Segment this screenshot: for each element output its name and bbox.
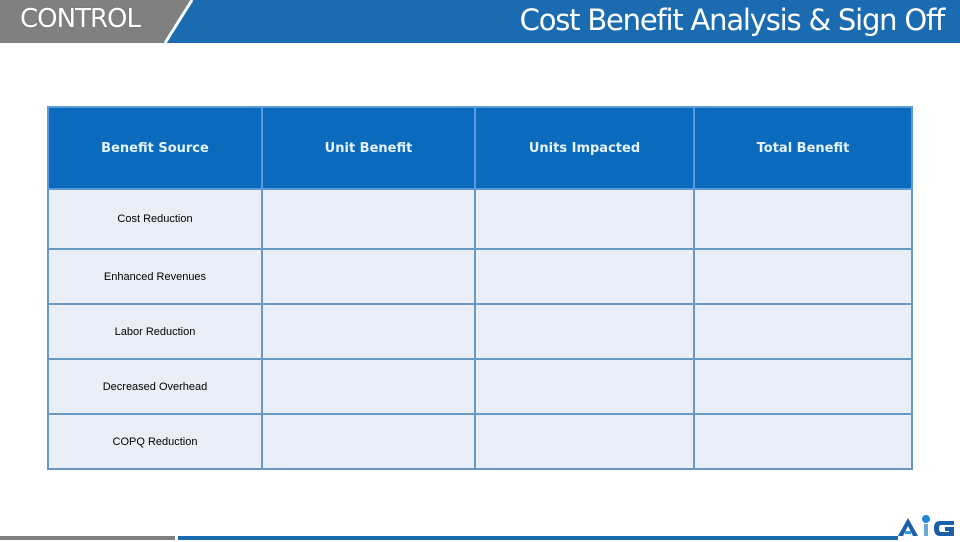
benefit-source-cell: Decreased Overhead — [47, 358, 263, 415]
column-header-units-impacted: Units Impacted — [474, 106, 695, 190]
total-benefit-cell[interactable] — [693, 358, 913, 415]
logo-letter-g — [934, 521, 954, 536]
column-header-unit-benefit: Unit Benefit — [261, 106, 476, 190]
footer-bar — [0, 536, 960, 540]
column-header-total-benefit: Total Benefit — [693, 106, 913, 190]
benefit-source-cell: Enhanced Revenues — [47, 248, 263, 305]
total-benefit-cell[interactable] — [693, 248, 913, 305]
logo-a-bar — [905, 531, 911, 534]
units-impacted-cell[interactable] — [474, 248, 695, 305]
units-impacted-cell[interactable] — [474, 358, 695, 415]
column-header-benefit-source: Benefit Source — [47, 106, 263, 190]
unit-benefit-cell[interactable] — [261, 358, 476, 415]
units-impacted-cell[interactable] — [474, 413, 695, 470]
page-title: Cost Benefit Analysis & Sign Off — [519, 3, 946, 37]
unit-benefit-cell[interactable] — [261, 248, 476, 305]
benefit-source-cell: COPQ Reduction — [47, 413, 263, 470]
table-row: Enhanced Revenues — [47, 248, 913, 305]
table-row: COPQ Reduction — [47, 413, 913, 470]
logo-globe — [922, 515, 930, 523]
cost-benefit-table: Benefit Source Unit Benefit Units Impact… — [47, 106, 913, 470]
section-label: CONTROL — [20, 4, 141, 34]
total-benefit-cell[interactable] — [693, 188, 913, 250]
table-row: Cost Reduction — [47, 188, 913, 250]
units-impacted-cell[interactable] — [474, 188, 695, 250]
benefit-source-cell: Labor Reduction — [47, 303, 263, 360]
header-bar: CONTROL Cost Benefit Analysis & Sign Off — [0, 0, 960, 43]
table-row: Labor Reduction — [47, 303, 913, 360]
logo-letter-i — [924, 524, 928, 536]
table-header-row: Benefit Source Unit Benefit Units Impact… — [47, 106, 913, 190]
benefit-source-cell: Cost Reduction — [47, 188, 263, 250]
unit-benefit-cell[interactable] — [261, 413, 476, 470]
company-logo-icon — [896, 512, 958, 538]
total-benefit-cell[interactable] — [693, 413, 913, 470]
cost-benefit-table-container: Benefit Source Unit Benefit Units Impact… — [47, 106, 913, 470]
footer-blue-segment — [178, 536, 898, 540]
total-benefit-cell[interactable] — [693, 303, 913, 360]
unit-benefit-cell[interactable] — [261, 188, 476, 250]
table-row: Decreased Overhead — [47, 358, 913, 415]
footer-gray-segment — [0, 536, 175, 540]
unit-benefit-cell[interactable] — [261, 303, 476, 360]
units-impacted-cell[interactable] — [474, 303, 695, 360]
